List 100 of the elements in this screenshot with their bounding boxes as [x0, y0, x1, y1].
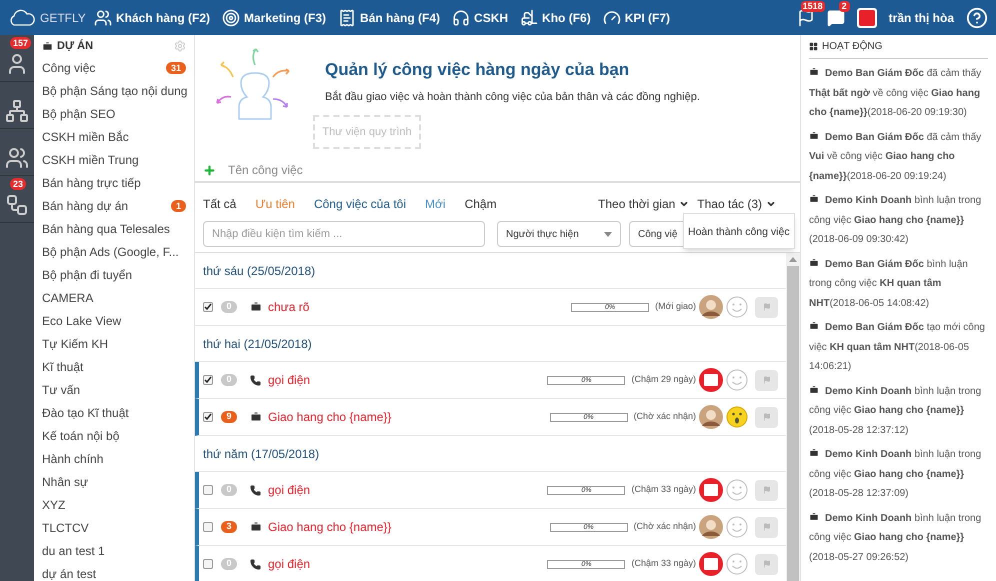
sidebar-item[interactable]: Bộ phận đi tuyển: [42, 266, 132, 284]
count-badge: 31: [166, 62, 186, 74]
nav-link[interactable]: Marketing (F3): [222, 8, 326, 26]
count-badge: 1: [170, 200, 186, 212]
caret-icon: [766, 199, 776, 209]
flag-button[interactable]: [755, 296, 778, 318]
task-checkbox[interactable]: [203, 412, 213, 422]
nav-link[interactable]: Khách hàng (F2): [94, 8, 210, 26]
user-name[interactable]: trần thị hòa: [888, 8, 954, 26]
task-status: (Chờ xác nhận): [634, 520, 696, 534]
count-badge: 157: [10, 37, 32, 49]
sidebar-item[interactable]: Bán hàng qua Telesales: [42, 220, 170, 238]
caret-icon: [604, 232, 612, 236]
sidebar-item[interactable]: Bộ phận Sáng tạo nội dung: [42, 82, 188, 100]
task-status: (Chậm 29 ngày): [631, 373, 696, 386]
search-field[interactable]: Nhập điều kiện tìm kiếm ...: [203, 221, 485, 247]
task-title[interactable]: gọi điện: [268, 555, 310, 573]
phone-icon: [250, 484, 261, 496]
sidebar-item[interactable]: XYZ: [42, 496, 66, 514]
filter-tab[interactable]: Công việc của tôi: [314, 195, 406, 213]
task-title[interactable]: gọi điện: [268, 481, 310, 499]
task-status: (Chậm 33 ngày): [631, 483, 696, 496]
smiley-icon[interactable]: [726, 553, 748, 575]
nav-link[interactable]: Bán hàng (F4): [338, 8, 440, 26]
org-chart-icon[interactable]: [5, 99, 29, 123]
flag-button[interactable]: [755, 406, 778, 428]
help-icon[interactable]: [966, 6, 988, 28]
flag-icon[interactable]: [796, 8, 815, 26]
task-checkbox[interactable]: [203, 522, 213, 532]
smiley-icon[interactable]: [726, 479, 748, 501]
task-title[interactable]: gọi điện: [268, 371, 310, 389]
checkmark-icon: [204, 413, 212, 421]
activity-entry: Demo Kinh Doanh bình luận trong công việc Giao hang cho {name}}(2018-05-28 12:37:09): [809, 447, 982, 501]
task-checkbox[interactable]: [203, 559, 213, 569]
smiley-icon[interactable]: [726, 369, 748, 391]
sidebar-item[interactable]: Tư vấn: [42, 380, 80, 398]
activity-entry: Demo Ban Giám Đốc đã cảm thấy Thật bất ngờ về công việc Giao hang cho {name}}(2018-06-20 09:19:30): [809, 66, 982, 120]
intro-title: Quản lý công việc hàng ngày của bạn: [325, 59, 630, 81]
sidebar-title: DỰ ÁN: [57, 38, 94, 54]
briefcase-icon: [809, 321, 819, 332]
sidebar-item[interactable]: Bán hàng trực tiếp: [42, 174, 141, 192]
people-icon[interactable]: [5, 146, 29, 170]
task-title[interactable]: Giao hang cho {name}}: [268, 408, 392, 426]
sidebar-item[interactable]: TLCTCV: [42, 518, 89, 536]
task-checkbox[interactable]: [203, 302, 213, 312]
grid-icon: [809, 42, 818, 51]
smiley-icon[interactable]: [726, 296, 748, 318]
smiley-icon[interactable]: [726, 516, 748, 538]
briefcase-icon: [250, 301, 262, 313]
briefcase-icon: [42, 40, 53, 52]
flag-icon: [762, 560, 770, 568]
activity-entry: Demo Kinh Doanh bình luận trong công việc Giao hang cho {name}}(2018-05-28 12:37:12): [809, 384, 982, 438]
sidebar-item[interactable]: Hành chính: [42, 450, 104, 468]
plus-icon[interactable]: [203, 164, 216, 176]
flag-button[interactable]: [755, 516, 778, 538]
sidebar-item[interactable]: Bộ phận SEO: [42, 104, 116, 122]
sidebar-item[interactable]: du an test 1: [42, 542, 105, 560]
headset-icon: [452, 8, 470, 26]
sidebar-item[interactable]: Eco Lake View: [42, 312, 122, 330]
caret-icon: [679, 199, 690, 209]
settings-icon[interactable]: [174, 40, 186, 52]
activity-entry: Demo Ban Giám Đốc bình luận trong công việc KH quan tâm NHT(2018-06-05 14:08:42): [809, 256, 969, 310]
sidebar-item[interactable]: Nhân sự: [42, 472, 88, 490]
task-checkbox[interactable]: [203, 375, 213, 385]
sidebar-item[interactable]: dự án test: [42, 564, 96, 581]
sidebar-item[interactable]: CAMERA: [42, 288, 94, 306]
sidebar-item[interactable]: Bán hàng dự án: [42, 196, 128, 214]
flow-icon[interactable]: [5, 193, 29, 217]
sidebar-item[interactable]: Bộ phận Ads (Google, F...: [42, 242, 179, 260]
sidebar-item[interactable]: Đào tạo Kĩ thuật: [42, 404, 129, 422]
count-badge: 23: [10, 178, 26, 190]
notification-count: 1518: [800, 0, 825, 12]
sidebar-item[interactable]: Tự Kiếm KH: [42, 334, 108, 352]
sidebar-item[interactable]: CSKH miền Trung: [42, 150, 139, 168]
filter-tab[interactable]: Tất cả: [203, 195, 236, 213]
sidebar-item[interactable]: CSKH miền Bắc: [42, 128, 129, 146]
nav-link[interactable]: Kho (F6): [520, 8, 591, 26]
activity-entry: Demo Ban Giám Đốc đã cảm thấy Vui về công việc Giao hang cho {name}}(2018-06-20 09:19:24): [809, 130, 982, 184]
task-title[interactable]: Giao hang cho {name}}: [268, 518, 392, 536]
flag-button[interactable]: [755, 480, 778, 500]
activity-entry: Demo Kinh Doanh bình luận trong công việc Giao hang cho {name}}(2018-05-27 09:26:52): [809, 510, 982, 564]
checkmark-icon: [204, 376, 212, 384]
sidebar-item[interactable]: Kế toán nội bộ: [42, 426, 120, 444]
date-header: thứ sáu (25/05/2018): [203, 262, 316, 280]
filter-tab[interactable]: Chậm: [464, 195, 497, 213]
assignee-select[interactable]: Người thực hiện: [497, 221, 621, 247]
chat-icon[interactable]: [826, 8, 845, 26]
actions-dropdown[interactable]: Thao tác (3): [697, 195, 776, 213]
sort-dropdown[interactable]: Theo thời gian: [598, 195, 690, 213]
nav-link[interactable]: KPI (F7): [602, 8, 670, 26]
sidebar-item[interactable]: Công việc: [42, 58, 96, 76]
task-checkbox[interactable]: [203, 485, 213, 495]
sidebar-item[interactable]: Kĩ thuật: [42, 358, 84, 376]
flag-button[interactable]: [755, 554, 778, 574]
nav-link[interactable]: CSKH: [452, 8, 508, 26]
task-name-field[interactable]: Tên công việc: [228, 161, 528, 179]
surprised-face-icon[interactable]: [726, 406, 748, 428]
task-title[interactable]: chưa rõ: [268, 298, 310, 316]
flag-button[interactable]: [755, 370, 778, 390]
avatar-icon[interactable]: [856, 8, 877, 28]
